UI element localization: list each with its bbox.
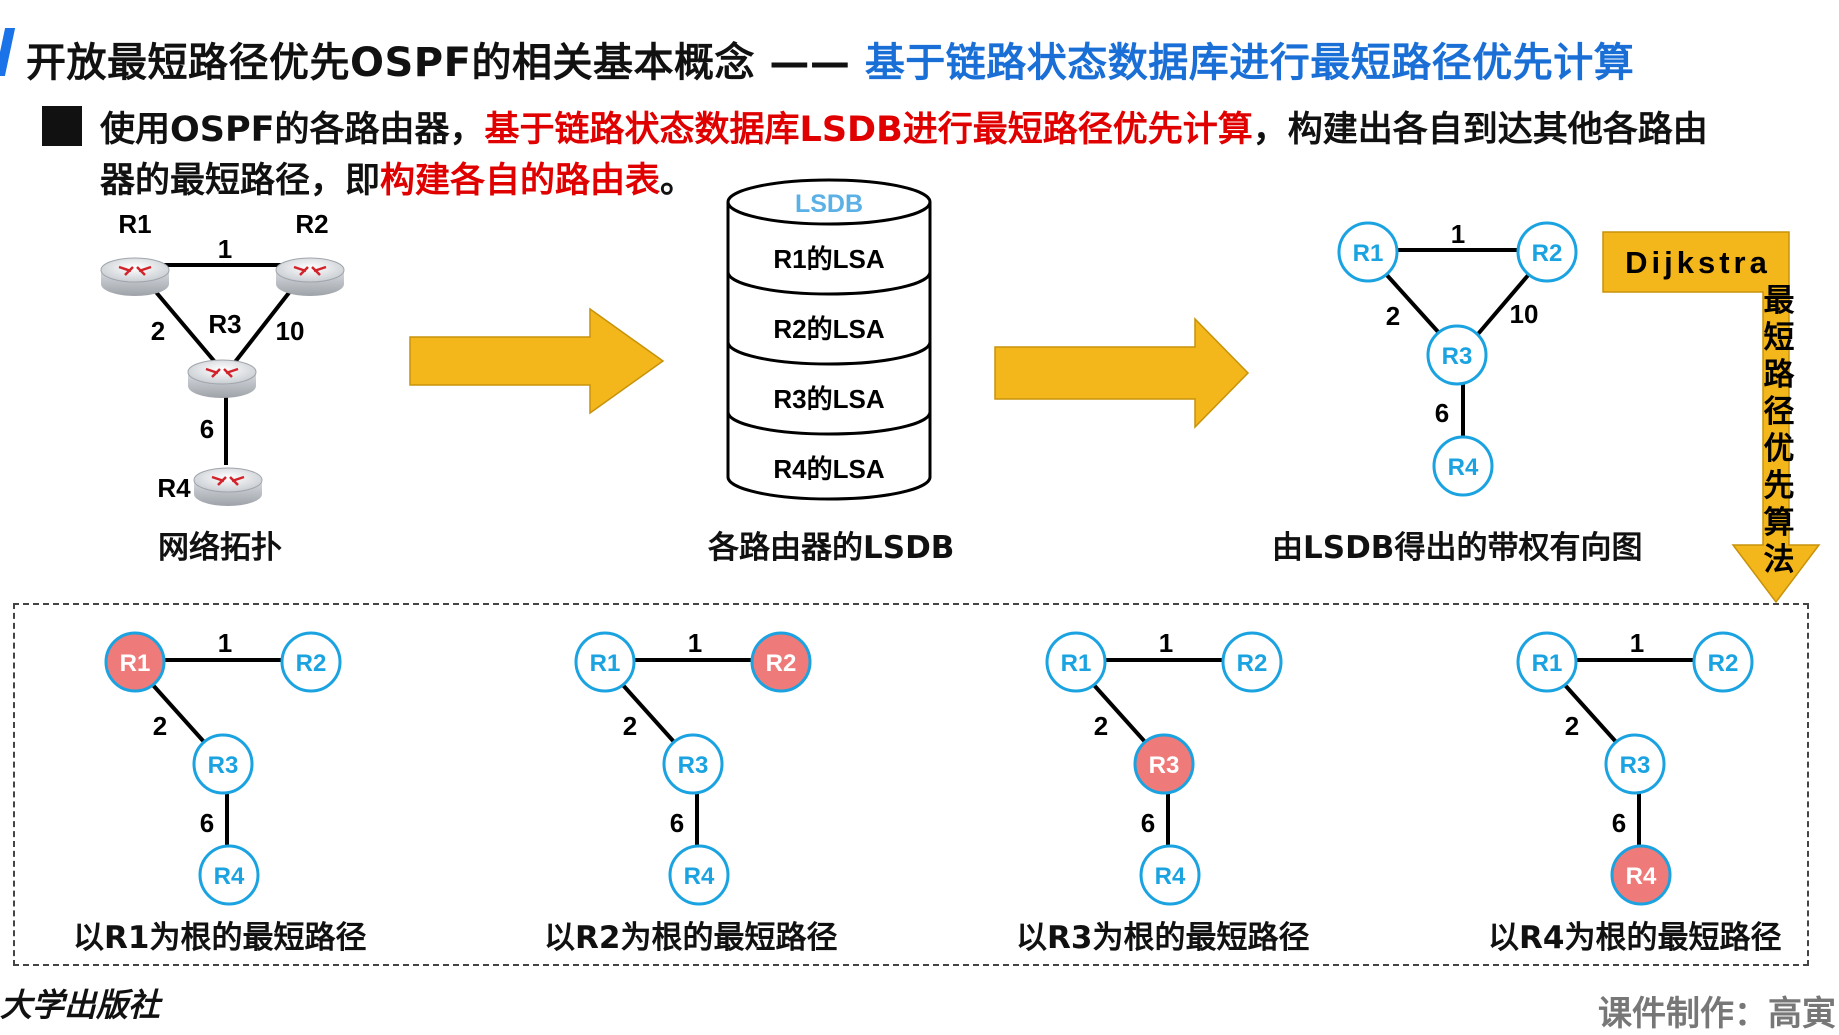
tree-caption: 以R4为根的最短路径 [1488, 920, 1782, 956]
dijkstra-vertical-char: 短 [1764, 320, 1795, 355]
network-topology: R1 R2 R3 R4 1 2 10 6 [100, 209, 345, 506]
weighted-graph: R1 R2 R3 R4 1 2 10 6 [1337, 219, 1578, 497]
lsdb-caption: 各路由器的LSDB [708, 530, 955, 566]
publisher-logo: 大学出版社 [0, 986, 161, 1024]
topology-weight: 1 [218, 234, 232, 264]
topology-weight: 10 [276, 316, 305, 346]
dijkstra-label: Dijkstra [1625, 245, 1771, 280]
graph-weight: 10 [1510, 299, 1539, 329]
right-arrow-icon [994, 317, 1250, 429]
topology-weight: 6 [200, 414, 214, 444]
dijkstra-vertical-char: 算 [1764, 505, 1795, 540]
lsdb-header: LSDB [795, 190, 863, 218]
dijkstra-vertical-char: 最 [1764, 283, 1795, 318]
graph-caption: 由LSDB得出的带权有向图 [1272, 530, 1643, 566]
graph-node-label: R1 [1353, 240, 1384, 267]
dijkstra-vertical-char: 优 [1764, 431, 1795, 466]
dijkstra-vertical-char: 法 [1764, 542, 1795, 577]
dijkstra-vertical-char: 先 [1764, 468, 1795, 503]
tree-caption: 以R3为根的最短路径 [1016, 920, 1310, 956]
lsdb-entry: R1的LSA [773, 244, 884, 274]
topology-router-label: R2 [295, 209, 328, 239]
lsdb-entry: R3的LSA [773, 384, 884, 414]
topology-router-label: R4 [157, 473, 191, 503]
graph-node-label: R3 [1442, 343, 1473, 370]
router-icon [193, 467, 263, 506]
graph-node-label: R2 [1532, 240, 1563, 267]
course-credit: 课件制作：高寅 [1598, 994, 1836, 1034]
topology-router-label: R3 [208, 309, 241, 339]
lsdb-entry: R4的LSA [773, 454, 884, 484]
dijkstra-vertical-char: 路 [1764, 357, 1796, 392]
lsdb-entry: R2的LSA [773, 314, 884, 344]
topology-caption: 网络拓扑 [158, 530, 282, 566]
tree-caption: 以R2为根的最短路径 [544, 920, 838, 956]
router-icon [275, 257, 345, 296]
graph-weight: 2 [1386, 301, 1400, 331]
graph-weight: 6 [1435, 398, 1449, 428]
tree-caption: 以R1为根的最短路径 [73, 920, 367, 956]
lsdb-database: LSDB R1的LSA R2的LSA R3的LSA R4的LSA [726, 178, 932, 501]
graph-weight: 1 [1451, 219, 1465, 249]
right-arrow-icon [409, 307, 665, 415]
router-icon [187, 359, 257, 398]
topology-router-label: R1 [118, 209, 151, 239]
dijkstra-vertical-char: 径 [1764, 394, 1795, 429]
topology-weight: 2 [151, 316, 165, 346]
graph-node-label: R4 [1448, 454, 1479, 481]
router-icon [100, 257, 170, 296]
